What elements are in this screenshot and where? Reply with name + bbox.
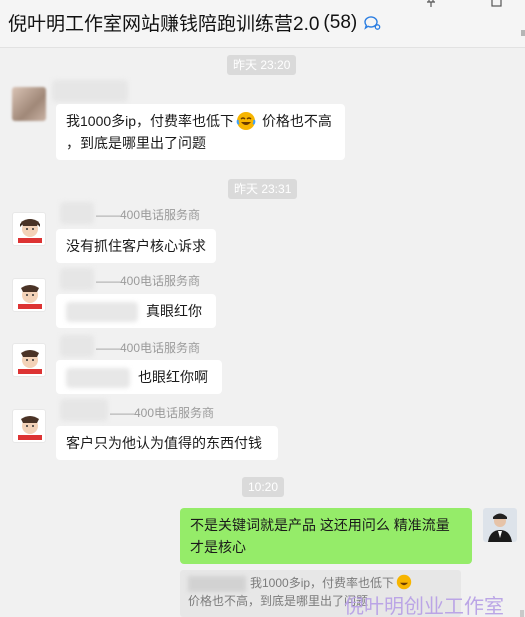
boy-avatar-icon [18,219,42,243]
avatar[interactable] [12,278,46,312]
sender-nickname [60,268,94,290]
sender-nickname [60,399,108,421]
message-text: 也眼红你啊 [138,369,208,385]
sender-nickname-suffix: ——400电话服务商 [96,208,201,222]
boy-avatar-icon [18,350,42,374]
self-avatar[interactable] [483,508,517,542]
avatar[interactable] [12,409,46,443]
pin-icon[interactable] [424,0,438,8]
scrollbar[interactable] [520,610,524,617]
watermark: 倪叶明创业工作室 [344,596,504,617]
sender-nickname [52,80,128,102]
blurred-content [188,575,246,592]
sender-nickname-suffix: ——400电话服务商 [96,274,201,288]
man-avatar-icon [488,513,512,542]
chat-bubbles-icon[interactable] [363,14,381,32]
member-count: (58) [323,11,358,33]
message-text: 没有抓住客户核心诉求 [66,238,206,254]
title-bar: 倪叶明工作室网站赚钱陪跑训练营2.0 (58) [0,0,525,48]
quote-text: 我1000多ip，付费率也低下 [250,576,395,590]
timestamp: 昨天 23:20 [227,55,297,75]
message-bubble[interactable]: 我1000多ip，付费率也低下 价格也不高 ，到底是哪里出了问题 [56,104,345,160]
avatar[interactable] [12,343,46,377]
message-bubble[interactable]: 没有抓住客户核心诉求 [56,229,216,263]
message-text: 客户只为他认为值得的东西付钱 [66,435,262,451]
maximize-icon[interactable] [490,0,504,8]
message-bubble[interactable]: 客户只为他认为值得的东西付钱 [56,426,278,460]
message-bubble[interactable]: 也眼红你啊 [56,360,222,394]
sender-nickname-suffix: ——400电话服务商 [110,406,215,420]
timestamp: 10:20 [242,477,285,497]
avatar[interactable] [12,87,46,121]
window-edge-handle [521,30,525,36]
sender-nickname [60,335,94,357]
message-text: 我1000多ip，付费率也低下 [66,113,235,129]
avatar[interactable] [12,212,46,246]
message-text-cont: 价格也不高 [261,113,332,129]
sender-nickname [60,202,94,224]
laughing-tears-emoji [236,112,256,130]
blurred-content [66,302,138,323]
boy-avatar-icon [18,416,42,440]
self-message-bubble[interactable]: 不是关键词就是产品 这还用问么 精准流量 才是核心 [180,508,472,564]
message-text: 不是关键词就是产品 这还用问么 精准流量 [190,517,450,533]
timestamp: 昨天 23:31 [228,179,298,199]
message-bubble[interactable]: 真眼红你 [56,294,216,328]
group-name: 倪叶明工作室网站赚钱陪跑训练营2.0 [8,14,320,35]
message-text-line2: 才是核心 [190,539,246,555]
message-text-line2: ，到底是哪里出了问题 [66,135,206,151]
message-text: 真眼红你 [146,303,202,319]
chat-title[interactable]: 倪叶明工作室网站赚钱陪跑训练营2.0 (58) [8,9,381,36]
laughing-tears-emoji [396,574,412,590]
blurred-content [66,368,130,389]
boy-avatar-icon [18,285,42,309]
sender-nickname-suffix: ——400电话服务商 [96,341,201,355]
